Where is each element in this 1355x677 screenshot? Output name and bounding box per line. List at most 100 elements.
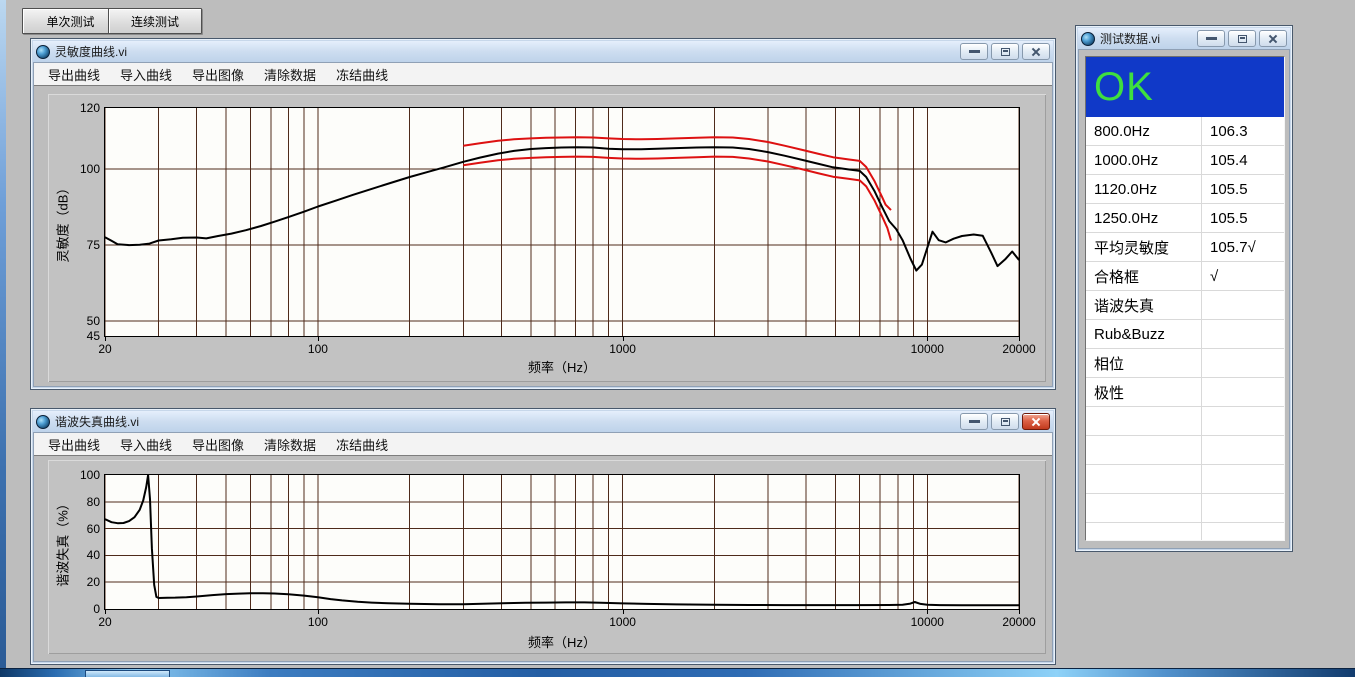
window-body: OK 800.0Hz106.31000.0Hz105.41120.0Hz105.… [1078,49,1290,549]
restore-icon [1001,48,1010,56]
y-tick-label: 120 [62,101,100,115]
x-axis-ticks [105,337,1019,342]
minimize-icon [969,50,980,53]
x-tick-label: 1000 [609,342,636,356]
row-label: 平均灵敏度 [1086,237,1201,258]
row-label: 800.0Hz [1086,123,1201,140]
close-button[interactable] [1259,30,1287,47]
x-tick-mark [318,337,319,341]
menu-item-1[interactable]: 导入曲线 [110,65,182,84]
table-row: 极性 [1086,378,1284,407]
y-tick-label: 45 [62,329,100,343]
x-tick-mark [105,337,106,341]
window-title: 谐波失真曲线.vi [55,413,955,430]
close-button[interactable] [1022,43,1050,60]
x-axis-title: 频率（Hz） [528,632,596,651]
menu-bar: 导出曲线导入曲线导出图像清除数据冻结曲线 [34,63,1052,86]
status-text: OK [1094,65,1154,110]
x-tick-mark [623,610,624,614]
menu-item-2[interactable]: 导出图像 [182,65,254,84]
window-distortion-curve: 谐波失真曲线.vi 导出曲线导入曲线导出图像清除数据冻结曲线 100806040… [30,408,1056,665]
x-tick-label: 20 [98,342,111,356]
row-label: 极性 [1086,382,1201,403]
row-label: 谐波失真 [1086,295,1201,316]
menu-item-0[interactable]: 导出曲线 [38,435,110,454]
row-value [1201,523,1284,541]
row-value: 106.3 [1201,117,1284,145]
status-banner: OK [1086,57,1284,117]
test-data-table: 800.0Hz106.31000.0Hz105.41120.0Hz105.512… [1086,117,1284,541]
x-tick-mark [927,610,928,614]
table-row [1086,494,1284,523]
desktop-edge-strip [0,0,6,677]
menu-item-3[interactable]: 清除数据 [254,435,326,454]
row-value: √ [1201,262,1284,290]
close-button[interactable] [1022,413,1050,430]
table-row [1086,465,1284,494]
window-body: 导出曲线导入曲线导出图像清除数据冻结曲线 100806040200 201001… [33,432,1053,662]
single-test-button[interactable]: 单次测试 [22,8,119,34]
window-sensitivity-curve: 灵敏度曲线.vi 导出曲线导入曲线导出图像清除数据冻结曲线 1201007550… [30,38,1056,390]
table-row: 1120.0Hz105.5 [1086,175,1284,204]
minimize-button[interactable] [960,43,988,60]
row-value: 105.4 [1201,146,1284,174]
row-value [1201,349,1284,377]
restore-button[interactable] [991,413,1019,430]
row-value [1201,320,1284,348]
row-label: 1250.0Hz [1086,210,1201,227]
menu-item-3[interactable]: 清除数据 [254,65,326,84]
x-tick-label: 20000 [1002,342,1035,356]
menu-item-4[interactable]: 冻结曲线 [326,65,398,84]
x-tick-mark [318,610,319,614]
x-tick-mark [105,610,106,614]
x-tick-label: 20000 [1002,615,1035,629]
row-value [1201,465,1284,493]
menu-item-0[interactable]: 导出曲线 [38,65,110,84]
table-row: 合格框√ [1086,262,1284,291]
y-tick-label: 50 [62,314,100,328]
window-test-data: 测试数据.vi OK 800.0Hz106.31000.0Hz105.41120… [1075,25,1293,552]
menu-item-4[interactable]: 冻结曲线 [326,435,398,454]
minimize-button[interactable] [960,413,988,430]
taskbar-item[interactable] [85,670,170,677]
sensitivity-plot-area [104,107,1020,337]
vi-icon [36,415,50,429]
continuous-test-button[interactable]: 连续测试 [108,8,202,34]
distortion-plot-area [104,474,1020,610]
y-tick-label: 0 [62,602,100,616]
menu-item-1[interactable]: 导入曲线 [110,435,182,454]
titlebar-test-data[interactable]: 测试数据.vi [1078,28,1290,49]
titlebar-sensitivity[interactable]: 灵敏度曲线.vi [33,41,1053,62]
row-value [1201,291,1284,319]
sensitivity-chart [105,108,1019,336]
restore-button[interactable] [1228,30,1256,47]
table-row: 谐波失真 [1086,291,1284,320]
row-label: 合格框 [1086,266,1201,287]
titlebar-distortion[interactable]: 谐波失真曲线.vi [33,411,1053,432]
window-body: 导出曲线导入曲线导出图像清除数据冻结曲线 120100755045 201001… [33,62,1053,387]
table-row: 1000.0Hz105.4 [1086,146,1284,175]
row-label: 相位 [1086,353,1201,374]
taskbar[interactable] [0,668,1355,677]
row-value [1201,407,1284,435]
menu-item-2[interactable]: 导出图像 [182,435,254,454]
row-value [1201,494,1284,522]
vi-icon [1081,32,1095,46]
x-tick-mark [623,337,624,341]
table-row: 1250.0Hz105.5 [1086,204,1284,233]
table-row [1086,407,1284,436]
minimize-icon [1206,37,1217,40]
x-axis-tick-labels: 2010010001000020000 [105,342,1019,356]
restore-button[interactable] [991,43,1019,60]
row-label: Rub&Buzz [1086,326,1201,343]
menu-bar: 导出曲线导入曲线导出图像清除数据冻结曲线 [34,433,1052,456]
table-row [1086,436,1284,465]
x-tick-label: 10000 [911,615,944,629]
restore-icon [1238,35,1247,43]
x-axis-ticks [105,610,1019,615]
y-tick-label: 100 [62,468,100,482]
restore-icon [1001,418,1010,426]
window-title: 灵敏度曲线.vi [55,43,955,60]
distortion-chart [105,475,1019,609]
minimize-button[interactable] [1197,30,1225,47]
